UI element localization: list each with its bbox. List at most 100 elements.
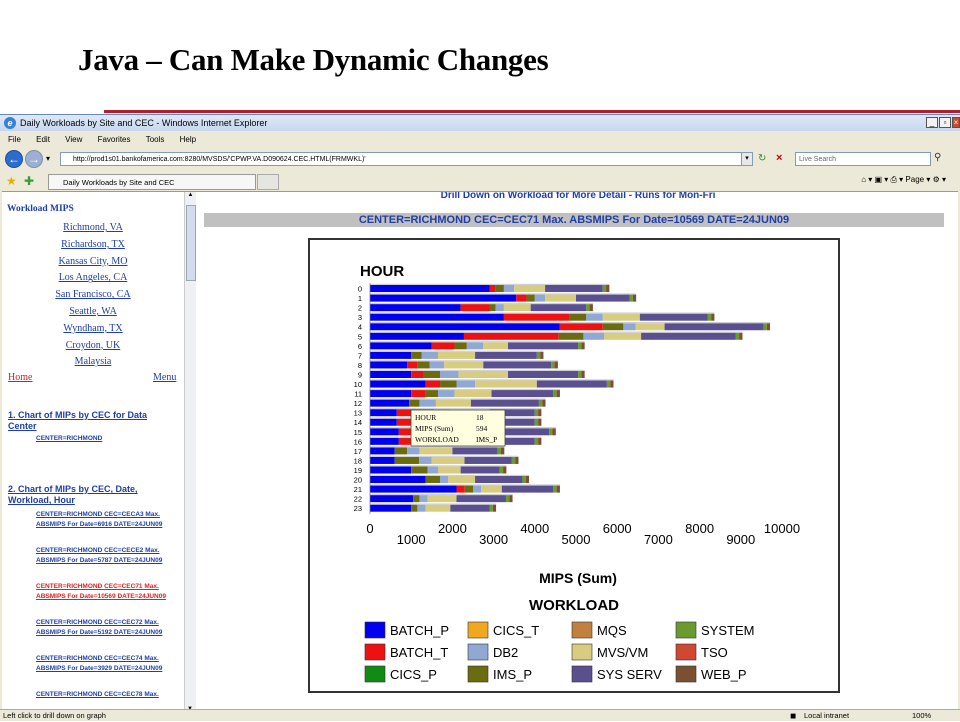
bar-segment[interactable] <box>576 294 630 302</box>
bar-segment[interactable] <box>534 418 539 426</box>
bar-segment[interactable] <box>470 399 539 407</box>
bar-segment[interactable] <box>629 294 633 302</box>
bar-segment[interactable] <box>509 495 513 503</box>
bar-segment[interactable] <box>763 323 767 331</box>
bar-segment[interactable] <box>421 351 438 359</box>
bar-segment[interactable] <box>664 323 764 331</box>
bar-segment[interactable] <box>466 342 484 350</box>
bar-segment[interactable] <box>435 399 471 407</box>
bar-segment[interactable] <box>489 304 496 312</box>
bar-segment[interactable] <box>464 456 512 464</box>
bar-segment[interactable] <box>558 332 584 340</box>
bar-segment[interactable] <box>444 361 484 369</box>
cec-link[interactable]: CENTER=RICHMOND CEC=CECA3 Max. ABSMIPS F… <box>36 510 181 529</box>
bar-segment[interactable] <box>440 370 459 378</box>
bar-segment[interactable] <box>641 332 736 340</box>
bar-segment[interactable] <box>427 466 438 474</box>
bar-segment[interactable] <box>522 476 526 484</box>
bar-segment[interactable] <box>411 504 418 512</box>
stop-icon[interactable]: × <box>776 152 782 164</box>
bar-segment[interactable] <box>536 380 607 388</box>
bar-segment[interactable] <box>370 476 426 484</box>
menu-favorites[interactable]: Favorites <box>98 135 131 144</box>
print-icon[interactable]: ⎙ <box>891 175 897 184</box>
bar-segment[interactable] <box>556 390 560 398</box>
bar-segment[interactable] <box>549 428 553 436</box>
bar-segment[interactable] <box>503 304 531 312</box>
cec-link[interactable]: CENTER=RICHMOND CEC=CEC74 Max. ABSMIPS F… <box>36 654 181 673</box>
bar-segment[interactable] <box>483 361 552 369</box>
bar-segment[interactable] <box>589 304 593 312</box>
bar-segment[interactable] <box>370 342 432 350</box>
bar-segment[interactable] <box>370 390 412 398</box>
bar-segment[interactable] <box>411 370 424 378</box>
bar-segment[interactable] <box>542 399 546 407</box>
bar-segment[interactable] <box>526 294 535 302</box>
home-icon[interactable]: ⌂ <box>861 175 866 184</box>
bar-segment[interactable] <box>425 476 441 484</box>
history-dropdown-icon[interactable]: ▾ <box>46 154 50 163</box>
bar-segment[interactable] <box>495 285 504 293</box>
bar-segment[interactable] <box>370 428 399 436</box>
bar-segment[interactable] <box>437 466 461 474</box>
address-input[interactable]: http://prod1s01.bankofamerica.com:8280/M… <box>60 152 750 166</box>
bar-segment[interactable] <box>370 466 412 474</box>
bar-segment[interactable] <box>409 399 420 407</box>
bar-segment[interactable] <box>456 380 476 388</box>
bar-segment[interactable] <box>581 370 585 378</box>
menu-edit[interactable]: Edit <box>36 135 50 144</box>
maximize-button[interactable]: ▫ <box>939 117 951 128</box>
cec-link[interactable]: CENTER=RICHMOND CEC=CEC71 Max. ABSMIPS F… <box>36 582 181 601</box>
bar-segment[interactable] <box>370 418 397 426</box>
bar-segment[interactable] <box>413 495 420 503</box>
bar-segment[interactable] <box>370 399 410 407</box>
bar-segment[interactable] <box>431 342 455 350</box>
bar-segment[interactable] <box>606 285 610 293</box>
bar-segment[interactable] <box>511 456 516 464</box>
close-button[interactable]: × <box>952 117 960 128</box>
bar-segment[interactable] <box>497 447 502 455</box>
bar-segment[interactable] <box>463 332 559 340</box>
bar-segment[interactable] <box>370 485 457 493</box>
new-tab-button[interactable] <box>257 174 279 190</box>
bar-segment[interactable] <box>370 409 397 417</box>
bar-segment[interactable] <box>602 323 624 331</box>
bar-segment[interactable] <box>419 456 432 464</box>
bar-segment[interactable] <box>553 485 557 493</box>
back-button[interactable]: ← <box>5 150 23 168</box>
bar-segment[interactable] <box>551 361 555 369</box>
bar-segment[interactable] <box>483 342 509 350</box>
bar-segment[interactable] <box>419 495 428 503</box>
section2-link[interactable]: 2. Chart of MIPs by CEC, Date, Workload,… <box>8 484 168 506</box>
bar-segment[interactable] <box>586 313 603 321</box>
bar-segment[interactable] <box>425 390 438 398</box>
bar-segment[interactable] <box>370 447 395 455</box>
bar-segment[interactable] <box>370 332 464 340</box>
sidebar-scrollbar[interactable]: ▲ ▼ <box>184 192 196 712</box>
bar-segment[interactable] <box>423 370 441 378</box>
bar-segment[interactable] <box>538 409 542 417</box>
bar-segment[interactable] <box>475 351 537 359</box>
bar-segment[interactable] <box>429 361 445 369</box>
bar-segment[interactable] <box>503 466 507 474</box>
bar-segment[interactable] <box>545 285 603 293</box>
bar-segment[interactable] <box>492 504 497 512</box>
bar-segment[interactable] <box>505 495 510 503</box>
bar-segment[interactable] <box>407 447 420 455</box>
bar-segment[interactable] <box>514 285 546 293</box>
location-link[interactable]: Kansas City, MO <box>2 256 184 267</box>
tab-current[interactable]: Daily Workloads by Site and CEC <box>48 174 256 190</box>
bar-segment[interactable] <box>456 495 506 503</box>
bar-segment[interactable] <box>569 313 587 321</box>
bar-segment[interactable] <box>448 476 476 484</box>
bar-segment[interactable] <box>407 361 418 369</box>
bar-segment[interactable] <box>454 342 467 350</box>
bar-segment[interactable] <box>711 313 715 321</box>
bar-segment[interactable] <box>530 304 587 312</box>
bar-segment[interactable] <box>499 466 504 474</box>
home-link[interactable]: Home <box>8 372 32 383</box>
bar-segment[interactable] <box>538 437 542 445</box>
favorites-star-icon[interactable]: ★ <box>6 174 17 188</box>
bar-segment[interactable] <box>583 332 605 340</box>
bar-segment[interactable] <box>425 504 451 512</box>
